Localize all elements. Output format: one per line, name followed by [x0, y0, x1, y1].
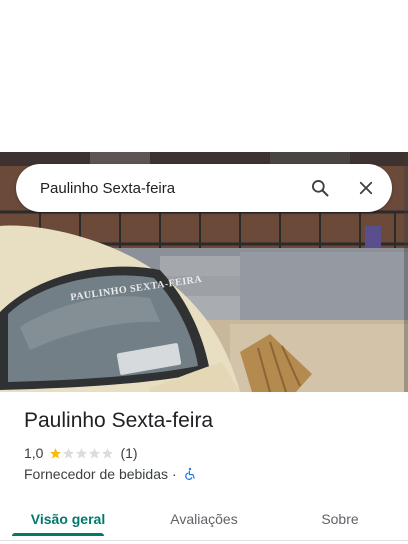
separator-dot: · — [172, 466, 177, 482]
tab-reviews[interactable]: Avaliações — [136, 498, 272, 540]
tab-about[interactable]: Sobre — [272, 498, 408, 540]
close-icon — [359, 181, 373, 195]
category-row: Fornecedor de bebidas · — [24, 466, 197, 482]
search-button[interactable] — [300, 168, 340, 208]
active-tab-indicator — [12, 533, 104, 536]
close-button[interactable] — [346, 168, 386, 208]
star-empty-icon — [63, 447, 75, 459]
place-title: Paulinho Sexta-feira — [24, 409, 214, 432]
map-top-area — [0, 0, 408, 152]
tab-reviews-label: Avaliações — [170, 511, 238, 527]
search-icon — [312, 180, 329, 197]
wheelchair-icon — [184, 467, 195, 480]
tabs-divider — [0, 540, 408, 541]
tab-about-label: Sobre — [321, 511, 359, 527]
place-category[interactable]: Fornecedor de bebidas — [24, 466, 168, 482]
star-empty-icon — [102, 447, 114, 459]
tab-overview[interactable]: Visão geral — [0, 498, 136, 540]
star-empty-icon — [89, 447, 101, 459]
search-input[interactable]: Paulinho Sexta-feira — [40, 180, 300, 197]
place-tabs: Visão geral Avaliações Sobre — [0, 498, 408, 540]
star-rating — [49, 447, 114, 460]
rating-row[interactable]: 1,0 (1) — [24, 445, 138, 461]
photo-scrollbar[interactable] — [404, 152, 408, 392]
review-count[interactable]: (1) — [120, 445, 137, 461]
search-bar: Paulinho Sexta-feira — [16, 164, 392, 212]
place-details-panel: Paulinho Sexta-feira 1,0 (1) Fornecedor … — [0, 392, 408, 544]
star-filled-icon — [50, 447, 62, 459]
rating-value: 1,0 — [24, 445, 44, 461]
tab-overview-label: Visão geral — [30, 511, 106, 527]
star-empty-icon — [76, 447, 88, 459]
